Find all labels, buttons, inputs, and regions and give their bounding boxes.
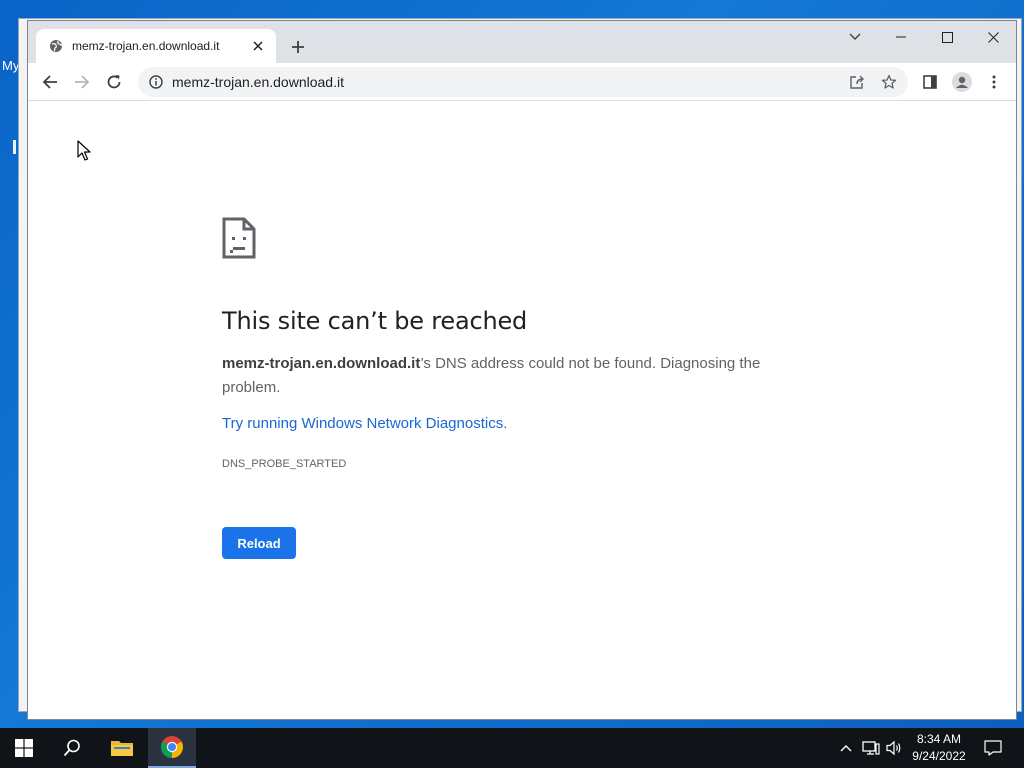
browser-toolbar: memz-trojan.en.download.it [28, 63, 1016, 101]
back-button[interactable] [36, 68, 64, 96]
minimize-button[interactable] [878, 21, 924, 53]
tab-search-button[interactable] [832, 21, 878, 53]
chevron-up-icon [840, 745, 852, 752]
close-window-button[interactable] [970, 21, 1016, 53]
mouse-cursor-icon [77, 140, 91, 167]
tab-strip: memz-trojan.en.download.it [28, 21, 1016, 63]
speaker-icon [886, 740, 901, 756]
chrome-taskbar-button[interactable] [148, 728, 196, 768]
maximize-icon [941, 31, 953, 43]
search-icon [63, 739, 80, 757]
address-bar[interactable]: memz-trojan.en.download.it [138, 67, 908, 97]
clock-date: 9/24/2022 [912, 749, 966, 763]
diagnostics-suggestion: Try running Windows Network Diagnostics. [222, 415, 507, 432]
maximize-button[interactable] [924, 21, 970, 53]
volume-tray-button[interactable] [884, 728, 904, 768]
clock[interactable]: 8:34 AM 9/24/2022 [906, 731, 972, 765]
side-panel-icon [923, 75, 937, 89]
forward-arrow-icon [75, 75, 90, 89]
reload-button[interactable]: Reload [222, 527, 296, 559]
desktop: My memz-trojan.en.download.it memz-troja… [0, 0, 1024, 728]
folder-icon [111, 741, 133, 756]
forward-button[interactable] [68, 68, 96, 96]
error-heading: This site can’t be reached [222, 307, 528, 335]
taskbar: 8:34 AM 9/24/2022 [0, 728, 1024, 768]
browser-window: memz-trojan.en.download.it memz-trojan.e… [27, 20, 1017, 720]
new-tab-button[interactable] [286, 35, 310, 59]
address-bar-url: memz-trojan.en.download.it [172, 74, 344, 90]
desktop-icon-label[interactable]: My [2, 58, 19, 73]
file-explorer-button[interactable] [98, 728, 146, 768]
page-viewport: This site can’t be reached memz-trojan.e… [28, 101, 1016, 719]
close-icon [987, 31, 999, 43]
back-arrow-icon [42, 75, 57, 89]
chrome-icon [161, 736, 183, 758]
share-icon[interactable] [844, 69, 870, 95]
profile-avatar-icon [952, 72, 972, 92]
search-button[interactable] [48, 728, 96, 768]
side-panel-button[interactable] [916, 68, 944, 96]
info-icon[interactable] [148, 74, 164, 90]
show-hidden-icons-button[interactable] [836, 728, 856, 768]
kebab-menu-icon [992, 75, 996, 89]
error-host: memz-trojan.en.download.it [222, 355, 421, 372]
clock-time: 8:34 AM [916, 732, 962, 746]
globe-icon [48, 38, 64, 54]
network-diagnostics-link[interactable]: Try running Windows Network Diagnostics [222, 415, 503, 432]
error-description: memz-trojan.en.download.it’s DNS address… [222, 352, 782, 400]
refresh-icon [107, 75, 121, 89]
notifications-button[interactable] [978, 728, 1008, 768]
minimize-icon [896, 36, 906, 38]
browser-tab[interactable]: memz-trojan.en.download.it [36, 29, 276, 63]
reload-toolbar-button[interactable] [100, 68, 128, 96]
sad-document-icon [222, 217, 256, 264]
menu-button[interactable] [980, 68, 1008, 96]
plus-icon [292, 41, 304, 53]
tab-close-icon[interactable] [250, 38, 266, 54]
notification-icon [984, 740, 1002, 756]
error-code: DNS_PROBE_STARTED [222, 458, 347, 470]
profile-button[interactable] [948, 68, 976, 96]
network-icon [862, 741, 880, 755]
chevron-down-icon [849, 33, 861, 40]
desktop-icon-fragment [13, 140, 16, 154]
link-suffix: . [503, 415, 508, 432]
start-button[interactable] [0, 728, 48, 768]
network-tray-button[interactable] [860, 728, 882, 768]
windows-logo-icon [15, 739, 33, 757]
tab-title: memz-trojan.en.download.it [72, 39, 220, 53]
bookmark-star-icon[interactable] [876, 69, 902, 95]
